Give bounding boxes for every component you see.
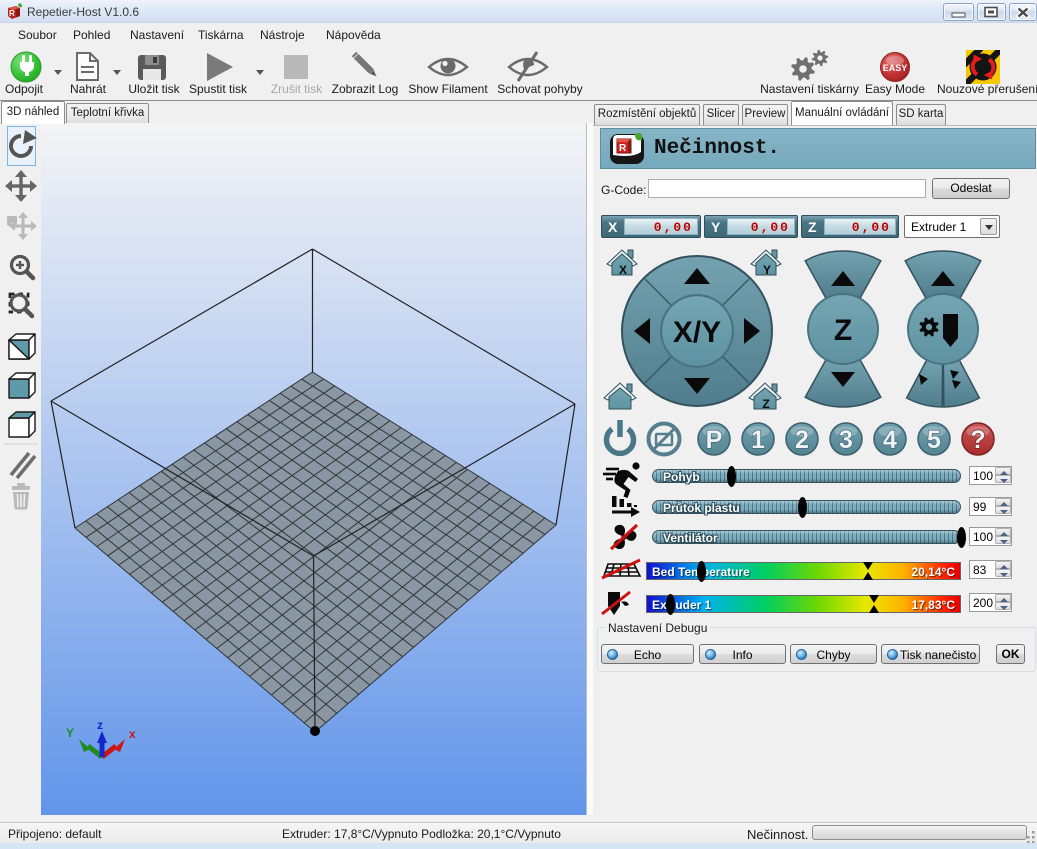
svg-text:X/Y: X/Y (673, 316, 721, 349)
svg-text:x: x (129, 727, 136, 741)
svg-text:5: 5 (927, 426, 941, 454)
svg-text:Y: Y (763, 263, 771, 277)
svg-text:EASY: EASY (883, 63, 908, 73)
svg-text:?: ? (970, 426, 985, 454)
svg-text:Z: Z (762, 397, 769, 411)
svg-text:R: R (9, 9, 15, 18)
svg-text:2: 2 (795, 426, 809, 454)
svg-text:X: X (619, 263, 627, 277)
svg-text:1: 1 (751, 426, 765, 454)
svg-text:z: z (97, 718, 103, 732)
svg-text:3: 3 (839, 426, 853, 454)
svg-text:Y: Y (66, 726, 74, 740)
svg-text:R: R (619, 143, 627, 154)
svg-text:P: P (706, 426, 723, 454)
svg-text:Z: Z (834, 314, 852, 347)
svg-text:4: 4 (883, 426, 897, 454)
